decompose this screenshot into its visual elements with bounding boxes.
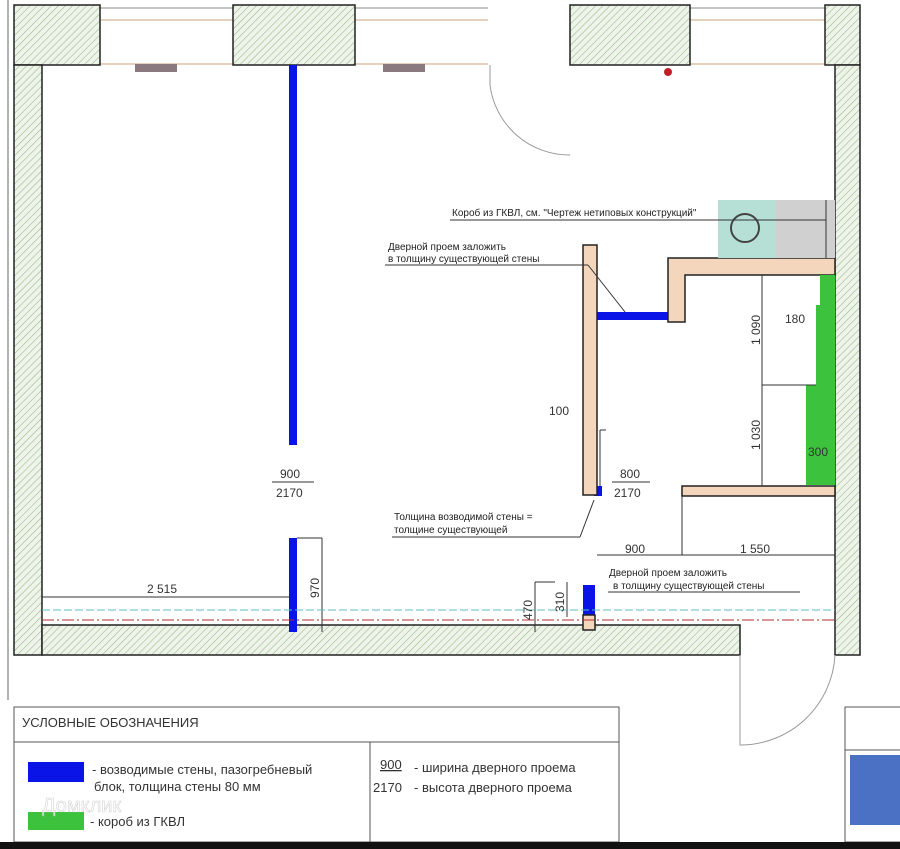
legend-swatch-blue xyxy=(28,762,84,782)
note-wall-thickness-2: толщине существующей xyxy=(394,525,507,536)
entry-door-arc xyxy=(489,65,571,156)
dim-300: 300 xyxy=(808,445,828,459)
legend-title: УСЛОВНЫЕ ОБОЗНАЧЕНИЯ xyxy=(22,715,199,730)
dim-door1-height: 2170 xyxy=(276,486,303,500)
note-door-close-bottom-2: в толщину существующей стены xyxy=(613,581,764,592)
legend-blue-line1: - возводимые стены, пазогребневый xyxy=(92,762,312,777)
legend-height-value: 2170 xyxy=(373,780,402,795)
legend: УСЛОВНЫЕ ОБОЗНАЧЕНИЯ - возводимые стены,… xyxy=(13,706,620,843)
dim-door1-width: 900 xyxy=(280,467,300,481)
floor-plan: Короб из ГКВЛ, см. "Чертеж нетиповых кон… xyxy=(0,0,900,849)
dim-door2-width: 800 xyxy=(620,467,640,481)
note-wall-thickness-1: Толщина возводимой стены = xyxy=(394,512,533,523)
company-logo xyxy=(850,755,900,825)
dim-100: 100 xyxy=(549,404,569,418)
note-door-close-1: Дверной проем заложить xyxy=(388,242,506,253)
dim-1030: 1 030 xyxy=(749,420,763,450)
riser-icon xyxy=(664,68,672,76)
dim-2515: 2 515 xyxy=(147,582,177,596)
new-walls xyxy=(289,65,668,632)
dim-180: 180 xyxy=(785,312,805,326)
legend-blue-line2: блок, толщина стены 80 мм xyxy=(94,779,261,794)
windows xyxy=(100,7,825,65)
note-door-close-bottom-1: Дверной проем заложить xyxy=(609,568,727,579)
title-block xyxy=(844,706,900,843)
watermark: Домклик xyxy=(42,795,121,817)
dim-900: 900 xyxy=(625,542,645,556)
legend-width-label: - ширина дверного проема xyxy=(414,760,576,775)
dim-310: 310 xyxy=(553,592,567,612)
note-gkvl-box: Короб из ГКВЛ, см. "Чертеж нетиповых кон… xyxy=(452,207,697,219)
dim-1550: 1 550 xyxy=(740,542,770,556)
legend-width-value: 900 xyxy=(380,757,402,772)
dim-1090: 1 090 xyxy=(749,315,763,345)
dim-470: 470 xyxy=(521,600,535,620)
note-door-close-2: в толщину существующей стены xyxy=(388,254,539,265)
balcony-door-arc xyxy=(739,654,836,746)
bottom-bar xyxy=(0,842,900,849)
existing-walls xyxy=(13,4,861,656)
legend-height-label: - высота дверного проема xyxy=(414,780,573,795)
dim-970: 970 xyxy=(308,578,322,598)
sink-area xyxy=(718,200,776,258)
dim-door2-height: 2170 xyxy=(614,486,641,500)
